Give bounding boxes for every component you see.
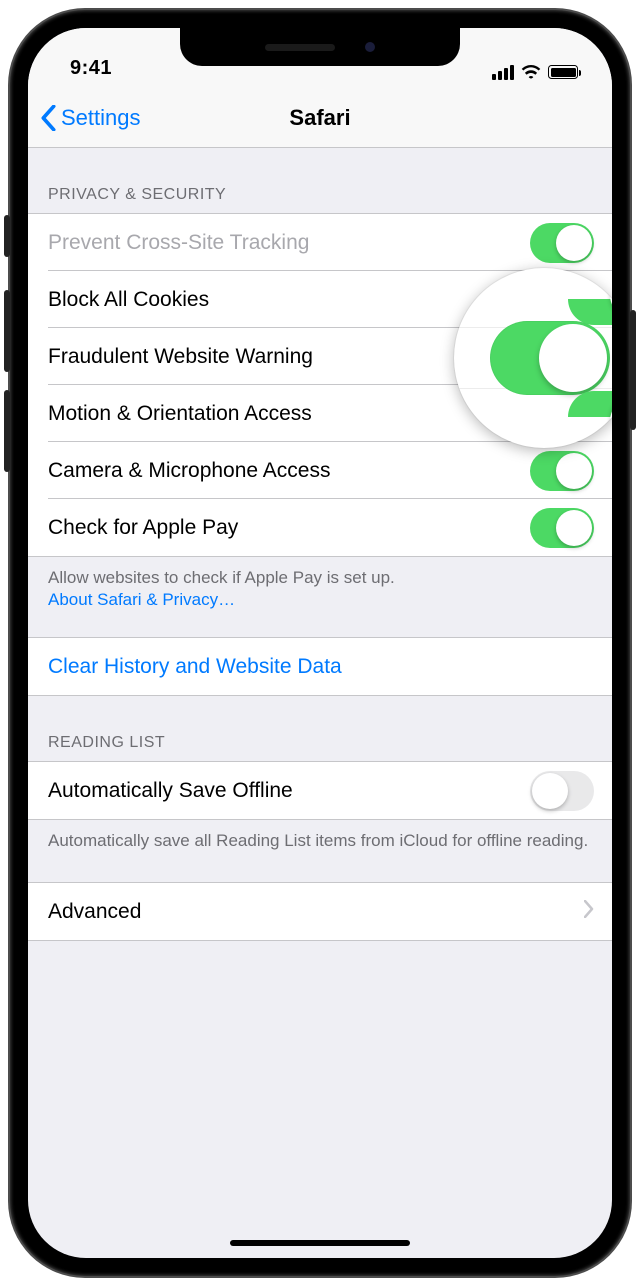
- row-label: Block All Cookies: [48, 288, 209, 312]
- row-label: Motion & Orientation Access: [48, 402, 312, 426]
- row-label: Camera & Microphone Access: [48, 459, 330, 483]
- chevron-right-icon: [584, 900, 594, 924]
- row-label: Check for Apple Pay: [48, 516, 238, 540]
- magnified-toggle-on-icon: [490, 321, 610, 395]
- row-check-for-apple-pay: Check for Apple Pay: [28, 499, 612, 556]
- toggle-auto-save-offline[interactable]: [530, 771, 594, 811]
- toggle-check-for-apple-pay[interactable]: [530, 508, 594, 548]
- section-header-reading-list: READING LIST: [28, 696, 612, 761]
- row-label: Prevent Cross-Site Tracking: [48, 231, 309, 255]
- row-camera-microphone-access: Camera & Microphone Access: [28, 442, 612, 499]
- page-title: Safari: [289, 105, 350, 131]
- row-prevent-cross-site-tracking: Prevent Cross-Site Tracking: [28, 214, 612, 271]
- action-label: Clear History and Website Data: [48, 655, 342, 679]
- status-time: 9:41: [70, 57, 112, 80]
- section-header-privacy: PRIVACY & SECURITY: [28, 148, 612, 213]
- row-label: Advanced: [48, 900, 141, 924]
- magnifier-callout: [454, 268, 612, 448]
- toggle-prevent-cross-site-tracking[interactable]: [530, 223, 594, 263]
- back-label: Settings: [61, 105, 141, 131]
- toggle-camera-microphone-access[interactable]: [530, 451, 594, 491]
- wifi-icon: [521, 64, 541, 80]
- advanced-group: Advanced: [28, 882, 612, 941]
- reading-list-footer: Automatically save all Reading List item…: [28, 820, 612, 864]
- reading-list-group: Automatically Save Offline: [28, 761, 612, 820]
- row-auto-save-offline: Automatically Save Offline: [28, 762, 612, 819]
- row-label: Automatically Save Offline: [48, 779, 293, 803]
- navigation-bar: Settings Safari: [28, 88, 612, 148]
- about-safari-privacy-link[interactable]: About Safari & Privacy…: [48, 590, 235, 609]
- row-label: Fraudulent Website Warning: [48, 345, 313, 369]
- home-indicator[interactable]: [230, 1240, 410, 1246]
- privacy-footer: Allow websites to check if Apple Pay is …: [28, 557, 612, 623]
- clear-history-button[interactable]: Clear History and Website Data: [28, 638, 612, 695]
- chevron-left-icon: [40, 105, 57, 131]
- cellular-signal-icon: [492, 65, 514, 80]
- footer-text: Allow websites to check if Apple Pay is …: [48, 568, 395, 587]
- battery-icon: [548, 65, 578, 79]
- clear-history-group: Clear History and Website Data: [28, 637, 612, 696]
- advanced-row[interactable]: Advanced: [28, 883, 612, 940]
- back-button[interactable]: Settings: [40, 105, 141, 131]
